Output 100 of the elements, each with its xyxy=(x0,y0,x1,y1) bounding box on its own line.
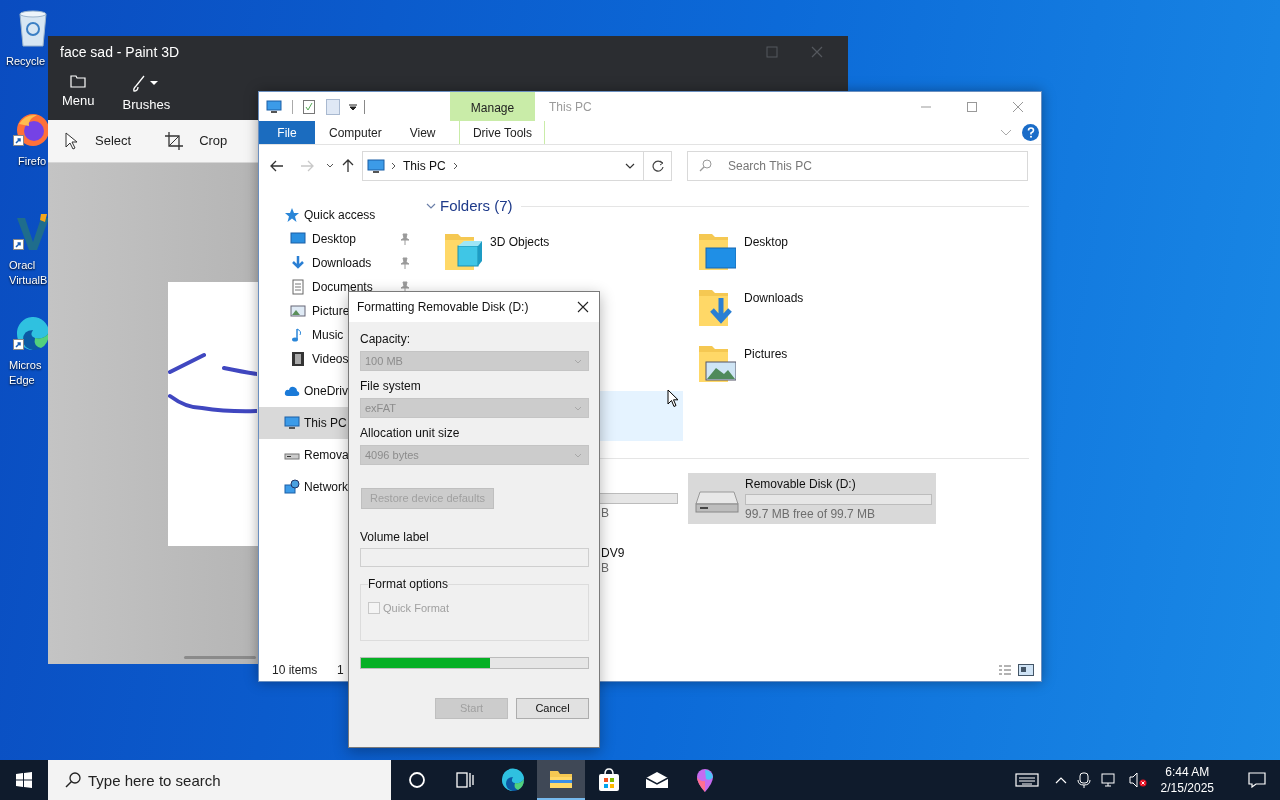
chevron-right-icon xyxy=(452,162,458,170)
chevron-up-icon[interactable] xyxy=(1054,776,1067,784)
window-title: face sad - Paint 3D xyxy=(60,42,180,62)
help-button[interactable] xyxy=(1022,124,1039,141)
file-menu-tab[interactable]: File xyxy=(259,121,315,144)
close-icon xyxy=(1012,100,1024,113)
computer-icon xyxy=(367,158,385,174)
computer-icon[interactable] xyxy=(266,99,282,114)
dialog-button[interactable]: Cancel xyxy=(516,698,589,719)
network-icon xyxy=(284,479,300,495)
maximize-icon xyxy=(966,100,978,113)
icon-label[interactable]: Recycle xyxy=(6,54,46,69)
shortcut-arrow-icon xyxy=(13,135,24,146)
up-arrow-icon[interactable] xyxy=(342,159,354,173)
folder-item[interactable]: 3D Objects xyxy=(437,226,550,274)
field-label: Volume label xyxy=(360,529,430,545)
chevron-down-icon xyxy=(625,163,635,169)
menu-button[interactable]: Menu xyxy=(62,68,95,109)
selection-count: 1 xyxy=(337,662,344,679)
cursor-icon xyxy=(65,132,79,150)
monitor-icon xyxy=(290,231,306,247)
chevron-down-icon xyxy=(574,452,582,458)
drive-tile[interactable]: Removable Disk (D:) 99.7 MB free of 99.7 MB xyxy=(688,473,936,524)
nav-item[interactable]: Quick access xyxy=(259,203,421,227)
ribbon-tab[interactable]: Computer xyxy=(315,121,396,144)
maximize-icon xyxy=(766,46,778,58)
close-icon xyxy=(577,301,589,313)
properties-icon[interactable] xyxy=(303,99,315,114)
dialog-title: Formatting Removable Disk (D:) xyxy=(357,299,529,316)
folder-item[interactable]: Desktop xyxy=(691,226,789,274)
folder-icon xyxy=(549,769,573,789)
document-icon xyxy=(290,279,306,295)
close-icon xyxy=(811,46,823,58)
close-button[interactable] xyxy=(575,299,591,315)
shopping-bag-icon xyxy=(597,768,621,792)
icon-label[interactable]: Firefo xyxy=(18,154,47,169)
icon-label[interactable]: Oracl VirtualB xyxy=(9,258,48,288)
clock[interactable]: 6:44 AM 2/15/2025 xyxy=(1156,764,1218,796)
large-icons-view-icon[interactable] xyxy=(1018,664,1034,676)
drive-free-space: 99.7 MB free of 99.7 MB xyxy=(745,506,877,521)
ribbon-tab[interactable]: View xyxy=(395,121,450,144)
star-icon xyxy=(284,207,300,223)
help-icon xyxy=(1026,127,1035,138)
recycle-bin-icon xyxy=(16,8,50,48)
back-arrow-icon[interactable] xyxy=(270,160,284,172)
brush-icon xyxy=(132,74,161,92)
crop-icon xyxy=(165,132,184,150)
item-count: 10 items xyxy=(272,662,319,679)
keyboard-icon[interactable] xyxy=(1014,772,1039,788)
volume-label-field[interactable] xyxy=(360,548,589,567)
windows-icon xyxy=(16,772,32,788)
app-icon xyxy=(15,212,51,252)
field-label: File system xyxy=(360,378,422,394)
cursor-icon xyxy=(667,389,679,408)
window-title: This PC xyxy=(549,98,592,116)
droplet-icon xyxy=(694,767,716,793)
volume-muted-icon[interactable] xyxy=(1128,772,1147,788)
shortcut-arrow-icon xyxy=(13,239,24,250)
scrollbar[interactable] xyxy=(184,656,256,659)
drive-size: B xyxy=(601,506,610,520)
nav-item[interactable]: Downloads xyxy=(259,251,421,275)
manage-tab[interactable]: Manage xyxy=(450,92,535,121)
search-icon xyxy=(699,159,712,172)
group-label: Format options xyxy=(368,576,449,592)
chevron-down-icon xyxy=(574,358,582,364)
image-icon xyxy=(290,303,306,319)
address-bar[interactable]: This PC xyxy=(362,151,644,181)
drive-name: Removable Disk (D:) xyxy=(745,476,857,492)
circle-icon xyxy=(408,771,426,789)
browser-icon xyxy=(501,768,525,792)
chevron-right-icon xyxy=(391,162,396,170)
task-view-icon xyxy=(456,772,474,788)
field-label: Capacity: xyxy=(360,331,412,347)
taskbar-search[interactable]: Type here to search xyxy=(48,760,391,800)
caret-icon[interactable] xyxy=(348,101,358,112)
folder-icon xyxy=(70,74,87,88)
folder-item[interactable]: Downloads xyxy=(691,282,804,330)
shortcut-arrow-icon xyxy=(13,339,24,350)
chevron-down-icon xyxy=(574,405,582,411)
select-tool[interactable]: Select xyxy=(65,131,132,151)
drive-size: B xyxy=(601,561,610,575)
refresh-button[interactable] xyxy=(644,151,672,181)
nav-item[interactable]: Desktop xyxy=(259,227,421,251)
film-icon xyxy=(290,351,306,367)
breadcrumb[interactable]: This PC xyxy=(403,157,446,175)
nav-item[interactable]: Documents xyxy=(259,275,421,299)
folder-item[interactable]: Pictures xyxy=(691,338,788,386)
envelope-icon xyxy=(645,771,669,789)
download-icon xyxy=(290,255,306,271)
recent-locations-icon[interactable] xyxy=(326,163,334,169)
computer-icon xyxy=(284,415,300,431)
notification-icon[interactable] xyxy=(1248,772,1266,788)
search-icon xyxy=(65,772,81,788)
icon-label[interactable]: Micros Edge xyxy=(9,358,42,388)
search-field[interactable]: Search This PC xyxy=(687,151,1028,181)
crop-tool[interactable]: Crop xyxy=(165,131,228,151)
group-header[interactable]: Folders (7) xyxy=(425,194,513,218)
brushes-button[interactable]: Brushes xyxy=(122,68,171,113)
drive-name: DV9 xyxy=(601,546,626,560)
taskbar-app[interactable] xyxy=(537,760,585,800)
